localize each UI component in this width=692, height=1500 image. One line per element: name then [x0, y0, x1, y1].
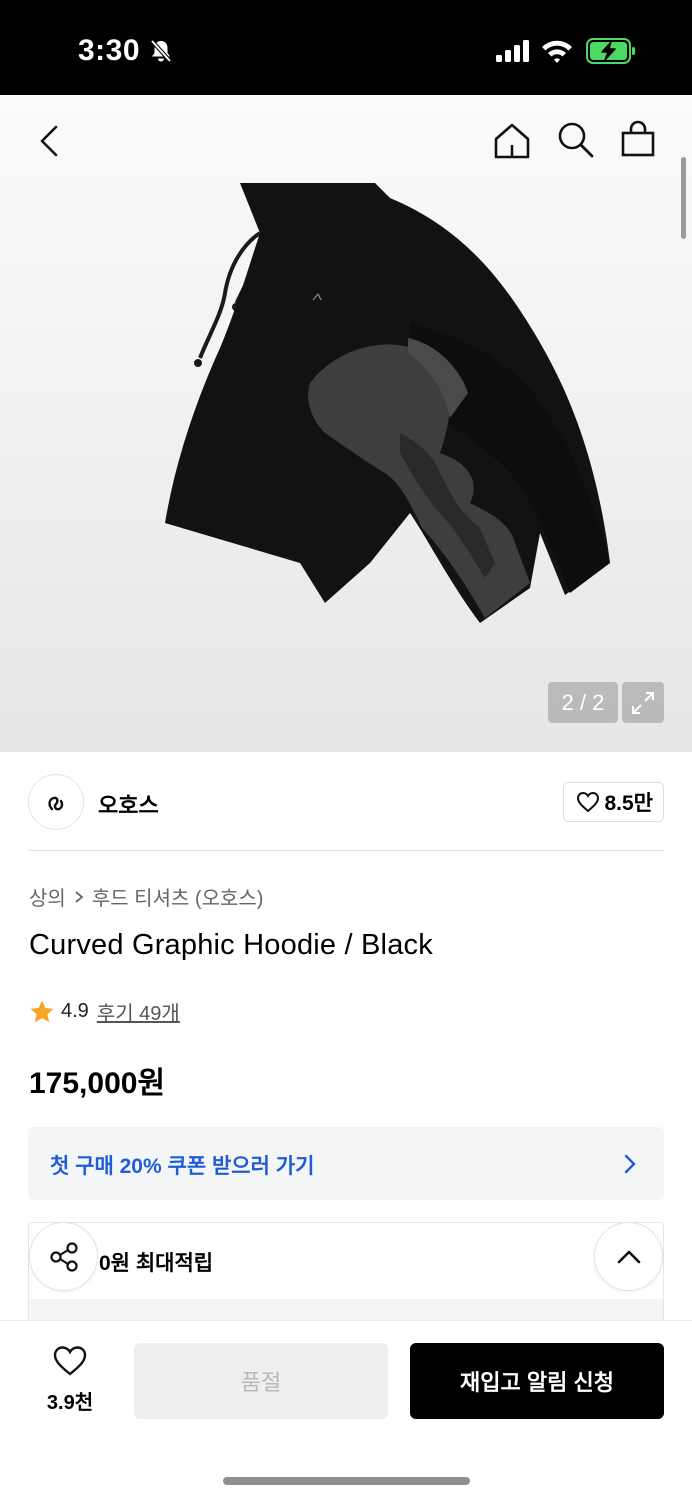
restock-alert-button[interactable]: 재입고 알림 신청 [410, 1343, 664, 1419]
chevron-right-icon [624, 1154, 636, 1174]
product-gallery[interactable]: 2 / 2 [0, 95, 692, 752]
scroll-top-button[interactable] [594, 1222, 663, 1291]
heart-icon [53, 1346, 87, 1376]
wifi-icon [542, 40, 572, 63]
home-indicator[interactable] [223, 1477, 470, 1485]
rating-value: 4.9 [61, 1000, 89, 1022]
heart-icon [577, 791, 600, 813]
chevron-up-icon [617, 1250, 640, 1263]
breadcrumb: 상의 후드 티셔츠 (오호스) [29, 882, 263, 911]
image-counter: 2 / 2 [548, 682, 618, 723]
soldout-button[interactable]: 품절 [134, 1343, 388, 1419]
breadcrumb-subcategory[interactable]: 후드 티셔츠 (오호스) [92, 882, 264, 911]
product-image [165, 183, 610, 623]
brand-like-button[interactable]: 8.5만 [563, 782, 664, 822]
search-icon[interactable] [555, 119, 595, 159]
bell-slash-icon [150, 39, 172, 63]
wishlist-button[interactable]: 3.9천 [28, 1345, 112, 1421]
scrollbar[interactable] [681, 157, 686, 239]
cellular-signal-icon [496, 40, 529, 62]
home-icon[interactable] [492, 121, 532, 161]
points-text: 0원 최대적립 [99, 1252, 214, 1275]
back-icon[interactable] [30, 121, 70, 161]
brand-logo-mark-icon [48, 796, 64, 811]
expand-icon [632, 691, 654, 714]
product-title: Curved Graphic Hoodie / Black [29, 929, 433, 961]
divider [28, 850, 664, 851]
expand-image-button[interactable] [622, 682, 664, 723]
shopping-bag-icon[interactable] [618, 119, 658, 159]
brand-like-count: 8.5만 [604, 792, 653, 815]
chevron-right-icon [75, 890, 84, 903]
breadcrumb-category[interactable]: 상의 [29, 882, 66, 911]
wishlist-count: 3.9천 [46, 1392, 94, 1414]
product-price: 175,000원 [29, 1067, 166, 1100]
status-bar: 3:30 [0, 0, 692, 95]
status-time: 3:30 [78, 34, 141, 67]
brand-logo[interactable] [28, 774, 84, 830]
review-link[interactable]: 후기 49개 [97, 997, 180, 1026]
rating-row: 4.9 후기 49개 [29, 997, 180, 1026]
brand-row: 오호스 8.5만 [28, 774, 664, 830]
bottom-action-bar: 3.9천 품절 재입고 알림 신청 [0, 1320, 692, 1500]
coupon-banner[interactable]: 첫 구매 20% 쿠폰 받으러 가기 [28, 1127, 664, 1200]
coupon-text: 첫 구매 20% 쿠폰 받으러 가기 [50, 1155, 315, 1178]
star-icon [30, 1000, 54, 1022]
battery-charging-icon [586, 38, 635, 64]
brand-name[interactable]: 오호스 [98, 788, 159, 820]
share-button[interactable] [29, 1222, 98, 1291]
share-icon [49, 1241, 78, 1272]
